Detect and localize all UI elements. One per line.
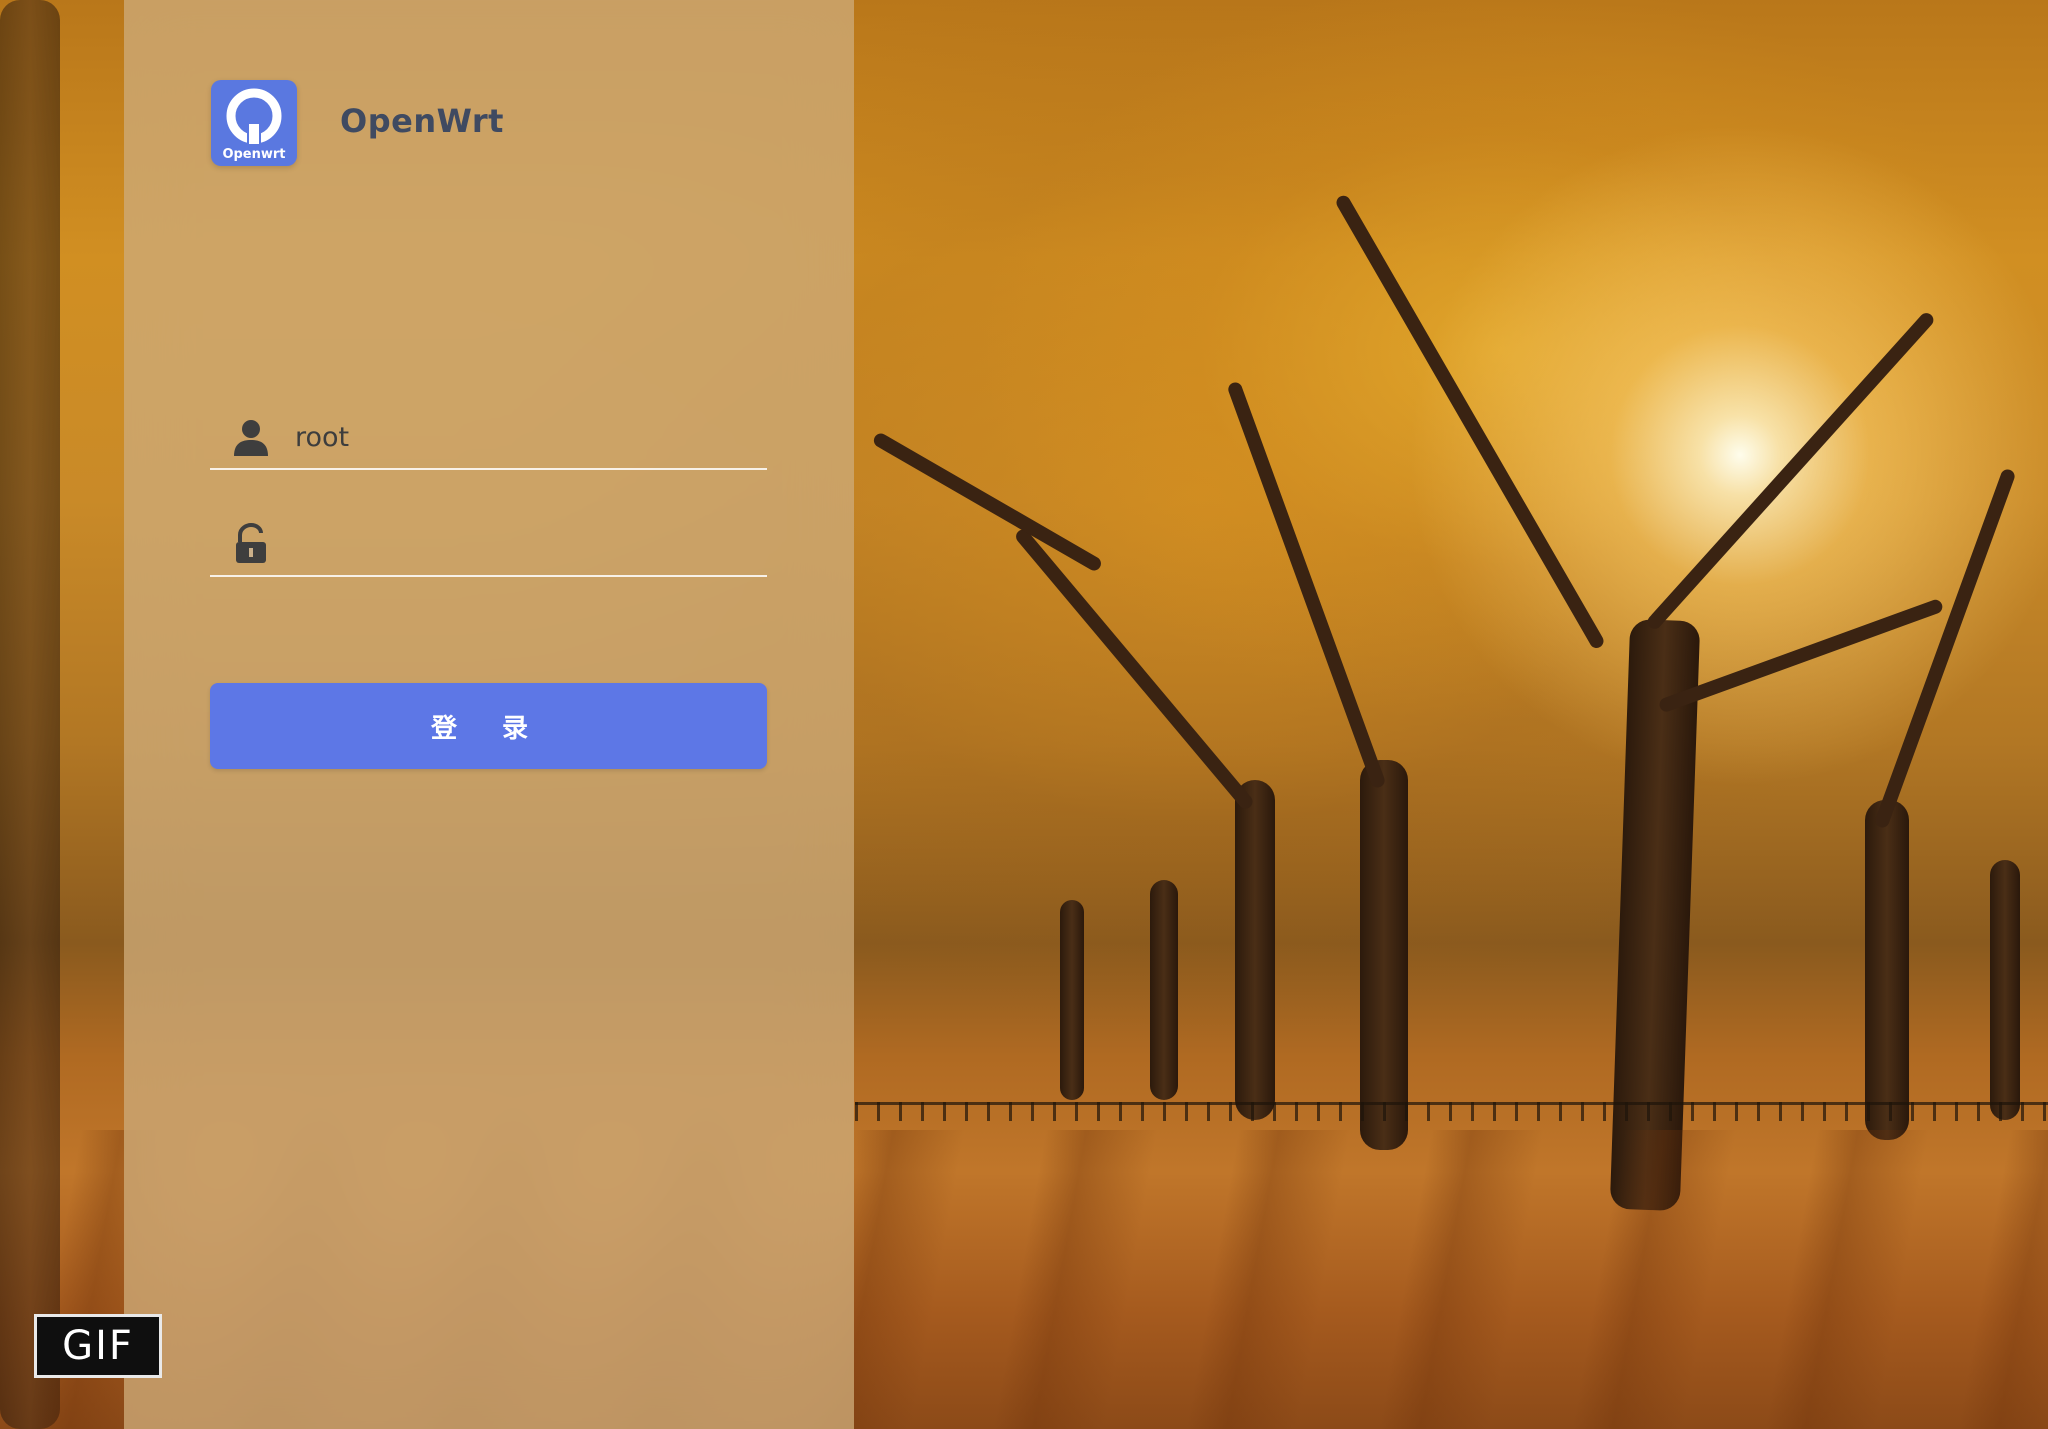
user-icon bbox=[234, 420, 268, 456]
username-input[interactable] bbox=[293, 408, 757, 466]
tree-trunk bbox=[1865, 800, 1909, 1140]
tree-trunk bbox=[1235, 780, 1275, 1120]
openwrt-logo: Openwrt bbox=[211, 80, 297, 166]
park-fence bbox=[855, 1102, 2048, 1121]
login-page: Openwrt OpenWrt 登 录 GIF bbox=[0, 0, 2048, 1429]
tree-trunk bbox=[1150, 880, 1178, 1100]
password-input[interactable] bbox=[293, 515, 757, 573]
password-field bbox=[210, 515, 767, 577]
unlock-icon bbox=[236, 523, 266, 563]
logo-caption: Openwrt bbox=[222, 147, 286, 162]
tree-trunk bbox=[1990, 860, 2020, 1120]
tree-trunk bbox=[1360, 760, 1408, 1150]
login-button[interactable]: 登 录 bbox=[210, 683, 767, 769]
gif-badge: GIF bbox=[34, 1314, 162, 1378]
username-field bbox=[210, 408, 767, 470]
brand-name: OpenWrt bbox=[340, 102, 504, 140]
tree-trunk bbox=[1060, 900, 1084, 1100]
